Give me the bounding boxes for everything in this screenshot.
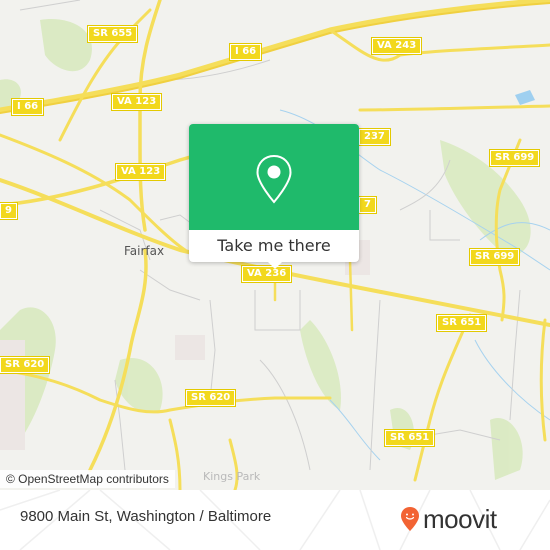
map[interactable]: SR 655 I 66 I 66 VA 123 VA 243 VA 123 23… (0, 0, 550, 490)
moovit-wordmark: moovit (423, 503, 497, 534)
road-label-i-66: I 66 (10, 98, 45, 116)
road-label-sr-620: SR 620 (184, 389, 237, 407)
road-label-va-243: VA 243 (370, 37, 423, 55)
road-label-sr-699: SR 699 (488, 149, 541, 167)
road-label-sr-651: SR 651 (383, 429, 436, 447)
road-label-sr-651: SR 651 (435, 314, 488, 332)
road-label-va-237: 237 (358, 128, 391, 146)
destination-popup[interactable]: Take me there (189, 124, 359, 269)
footer-bar: 9800 Main St, Washington / Baltimore moo… (0, 490, 550, 550)
place-label-fairfax: Fairfax (124, 244, 165, 258)
location-pin-icon (256, 154, 292, 204)
popup-header (189, 124, 359, 230)
place-label-kings-park: Kings Park (203, 470, 261, 483)
road-label-sr-620: SR 620 (0, 356, 51, 374)
address-text: 9800 Main St, Washington / Baltimore (20, 508, 272, 525)
road-label-sr-655: SR 655 (86, 25, 139, 43)
road-label-i-66: I 66 (228, 43, 263, 61)
road-label-29: 9 (0, 202, 18, 220)
road-label-237: 7 (358, 196, 377, 214)
moovit-smiley-pin-icon (401, 507, 419, 531)
map-attribution[interactable]: © OpenStreetMap contributors (0, 470, 175, 488)
take-me-there-button[interactable]: Take me there (189, 230, 359, 262)
popup-pointer (267, 261, 283, 269)
road-label-va-123: VA 123 (114, 163, 167, 181)
road-label-sr-699: SR 699 (468, 248, 521, 266)
moovit-logo[interactable]: moovit (400, 502, 497, 536)
road-label-va-123: VA 123 (110, 93, 163, 111)
pond (515, 90, 535, 105)
